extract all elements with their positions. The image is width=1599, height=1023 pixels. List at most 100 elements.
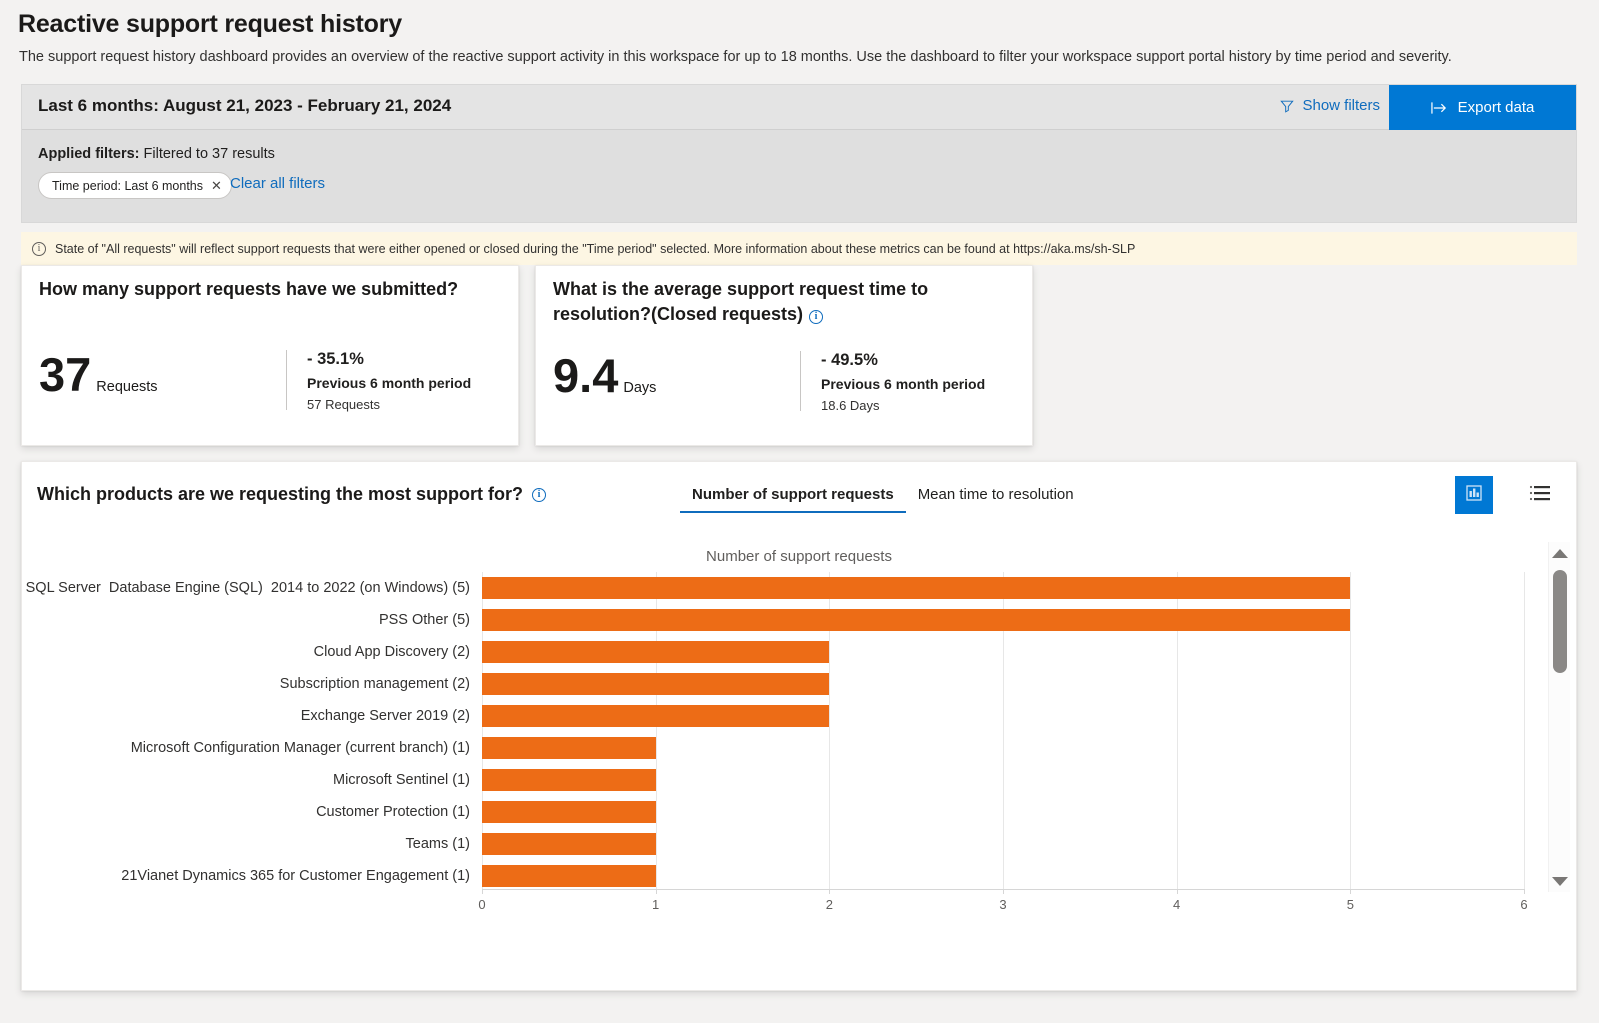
- page-description: The support request history dashboard pr…: [19, 49, 1452, 65]
- chart-question: Which products are we requesting the mos…: [37, 484, 547, 505]
- x-tick-label: 0: [478, 897, 486, 912]
- x-tick-label: 6: [1520, 897, 1528, 912]
- kpi-previous-value: 18.6 Days: [821, 398, 880, 413]
- kpi-title-line2: resolution?(Closed requests): [553, 304, 804, 324]
- close-icon[interactable]: ✕: [211, 179, 222, 192]
- x-tick-mark: [1176, 889, 1178, 894]
- show-filters-button[interactable]: Show filters: [1280, 97, 1380, 114]
- date-range-label: Last 6 months: August 21, 2023 - Februar…: [38, 96, 452, 115]
- tab-mean-time-to-resolution[interactable]: Mean time to resolution: [906, 486, 1086, 513]
- plot-title: Number of support requests: [706, 548, 892, 565]
- export-arrow-icon: [1430, 101, 1448, 115]
- scrollbar-thumb[interactable]: [1553, 570, 1567, 673]
- bar-category-label: Customer Protection (1): [316, 804, 470, 820]
- bar-category-label: Exchange Server 2019 (2): [300, 708, 470, 724]
- info-icon: i: [32, 241, 46, 256]
- bar-chart-row[interactable]: Microsoft Configuration Manager (current…: [22, 732, 1524, 764]
- bar-category-label: Microsoft Sentinel (1): [333, 772, 470, 788]
- kpi-value: 37 Requests: [39, 351, 158, 398]
- bar-category-label: SQL Server Database Engine (SQL) 2014 to…: [25, 580, 470, 596]
- kpi-delta: - 35.1%: [307, 350, 364, 368]
- list-view-icon: [1529, 484, 1551, 507]
- kpi-value-number: 37: [39, 348, 92, 401]
- bar[interactable]: [482, 801, 656, 823]
- bar-chart-row[interactable]: Exchange Server 2019 (2): [22, 700, 1524, 732]
- bar[interactable]: [482, 769, 656, 791]
- x-axis-ticks: 0 1 2 3 4 5 6: [478, 897, 1528, 917]
- bar-chart: SQL Server Database Engine (SQL) 2014 to…: [22, 572, 1578, 912]
- x-tick-mark: [655, 889, 657, 894]
- x-tick-label: 1: [652, 897, 660, 912]
- chart-scrollbar[interactable]: [1548, 542, 1570, 892]
- kpi-previous-label: Previous 6 month period: [821, 376, 986, 392]
- bar[interactable]: [482, 577, 1351, 599]
- bar-category-label: Teams (1): [405, 836, 470, 852]
- applied-filters-value: Filtered to 37 results: [139, 146, 275, 162]
- kpi-title-line1: What is the average support request time…: [553, 279, 929, 299]
- chart-tabs: Number of support requests Mean time to …: [680, 486, 1086, 513]
- bar[interactable]: [482, 833, 656, 855]
- bar-chart-row[interactable]: Teams (1): [22, 828, 1524, 860]
- x-tick-mark: [1524, 889, 1525, 894]
- kpi-title: How many support requests have we submit…: [39, 279, 459, 299]
- bar[interactable]: [482, 673, 830, 695]
- kpi-delta: - 49.5%: [821, 351, 878, 369]
- tab-number-of-support-requests[interactable]: Number of support requests: [680, 486, 906, 513]
- info-icon[interactable]: i: [532, 487, 547, 502]
- page-title: Reactive support request history: [18, 10, 402, 38]
- chevron-up-icon[interactable]: [1549, 542, 1571, 564]
- filter-panel-topbar: Last 6 months: August 21, 2023 - Februar…: [22, 85, 1576, 130]
- x-tick-label: 5: [1346, 897, 1354, 912]
- kpi-card-requests: How many support requests have we submit…: [21, 265, 519, 446]
- export-data-button[interactable]: Export data: [1389, 85, 1576, 130]
- kpi-card-time-to-resolution: What is the average support request time…: [535, 265, 1033, 446]
- chart-question-label: Which products are we requesting the mos…: [37, 484, 524, 504]
- bar[interactable]: [482, 705, 830, 727]
- bar[interactable]: [482, 641, 830, 663]
- info-icon[interactable]: i: [809, 310, 824, 324]
- kpi-value-unit: Requests: [96, 379, 158, 395]
- show-filters-label: Show filters: [1302, 97, 1380, 114]
- bar-category-label: Subscription management (2): [279, 676, 470, 692]
- kpi-divider: [800, 351, 801, 411]
- x-tick-mark: [1350, 889, 1352, 894]
- kpi-title: What is the average support request time…: [553, 277, 953, 327]
- bar-chart-row[interactable]: Customer Protection (1): [22, 796, 1524, 828]
- bar[interactable]: [482, 865, 656, 887]
- filter-chip-label: Time period: Last 6 months: [52, 178, 203, 193]
- bar-chart-row[interactable]: Subscription management (2): [22, 668, 1524, 700]
- filter-chip-time-period[interactable]: Time period: Last 6 months ✕: [38, 172, 232, 199]
- bar-chart-row[interactable]: PSS Other (5): [22, 604, 1524, 636]
- bar-chart-row[interactable]: SQL Server Database Engine (SQL) 2014 to…: [22, 572, 1524, 604]
- kpi-previous-label: Previous 6 month period: [307, 375, 472, 391]
- kpi-value-number: 9.4: [553, 349, 619, 402]
- chevron-down-icon[interactable]: [1549, 870, 1571, 892]
- funnel-icon: [1280, 99, 1295, 113]
- table-view-button[interactable]: [1521, 476, 1559, 514]
- applied-filters-summary: Applied filters: Filtered to 37 results: [38, 146, 275, 162]
- chart-view-button[interactable]: [1455, 476, 1493, 514]
- bar-chart-row[interactable]: 21Vianet Dynamics 365 for Customer Engag…: [22, 860, 1524, 892]
- kpi-value-unit: Days: [623, 380, 657, 396]
- info-banner: i State of "All requests" will reflect s…: [21, 232, 1577, 265]
- kpi-divider: [286, 350, 287, 410]
- view-toggle-group: [1455, 476, 1559, 514]
- bar-category-label: Cloud App Discovery (2): [313, 644, 470, 660]
- export-data-label: Export data: [1457, 99, 1535, 116]
- bar-chart-rows: SQL Server Database Engine (SQL) 2014 to…: [22, 572, 1524, 892]
- x-tick-label: 3: [999, 897, 1007, 912]
- bar-chart-row[interactable]: Microsoft Sentinel (1): [22, 764, 1524, 796]
- info-banner-text: State of "All requests" will reflect sup…: [55, 241, 1136, 256]
- bar-category-label: PSS Other (5): [378, 612, 470, 628]
- dashboard-page: Reactive support request history The sup…: [0, 0, 1599, 1023]
- bar-chart-row[interactable]: Cloud App Discovery (2): [22, 636, 1524, 668]
- x-tick-label: 2: [825, 897, 833, 912]
- kpi-previous-value: 57 Requests: [307, 397, 380, 412]
- kpi-value: 9.4 Days: [553, 352, 656, 399]
- clear-all-filters-button[interactable]: Clear all filters: [230, 175, 325, 192]
- gridline: [1524, 572, 1525, 889]
- bar[interactable]: [482, 609, 1351, 631]
- applied-filters-label: Applied filters:: [38, 146, 140, 162]
- x-tick-mark: [829, 889, 831, 894]
- bar[interactable]: [482, 737, 656, 759]
